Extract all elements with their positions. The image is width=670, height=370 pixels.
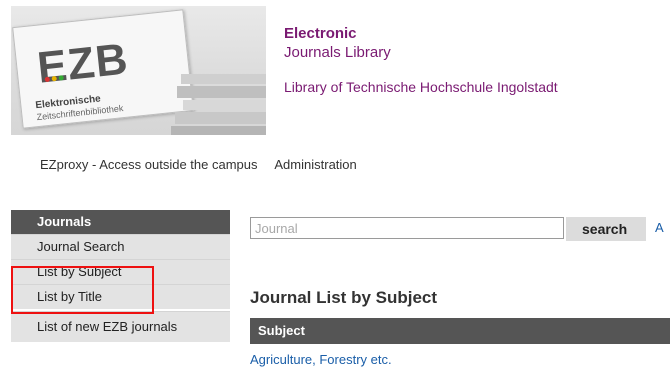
books-icon bbox=[171, 74, 266, 135]
subject-link[interactable]: Agriculture, Forestry etc. bbox=[250, 352, 392, 367]
page-title: Journal List by Subject bbox=[250, 288, 438, 307]
advanced-search-link[interactable]: A bbox=[655, 220, 664, 235]
institution-name: Library of Technische Hochschule Ingolst… bbox=[284, 79, 558, 95]
top-navigation: EZproxy - Access outside the campus Admi… bbox=[40, 157, 371, 172]
journal-search-input[interactable] bbox=[250, 217, 564, 239]
ezproxy-link[interactable]: EZproxy - Access outside the campus bbox=[40, 157, 257, 172]
logo-card: EZB Elektronische Zeitschriftenbibliothe… bbox=[12, 9, 194, 129]
subject-column-header: Subject bbox=[250, 318, 670, 344]
sidebar-item-journal-search[interactable]: Journal Search bbox=[11, 234, 230, 259]
search-button[interactable]: search bbox=[566, 217, 646, 241]
administration-link[interactable]: Administration bbox=[274, 157, 356, 172]
ezb-logo[interactable]: EZB Elektronische Zeitschriftenbibliothe… bbox=[11, 6, 266, 135]
site-title: Electronic bbox=[284, 25, 357, 42]
traffic-light-icon bbox=[44, 67, 67, 87]
site-subtitle: Journals Library bbox=[284, 44, 391, 61]
sidebar-heading-journals[interactable]: Journals bbox=[11, 210, 230, 234]
sidebar-item-new-journals[interactable]: List of new EZB journals bbox=[11, 311, 230, 342]
highlight-box bbox=[11, 266, 154, 314]
